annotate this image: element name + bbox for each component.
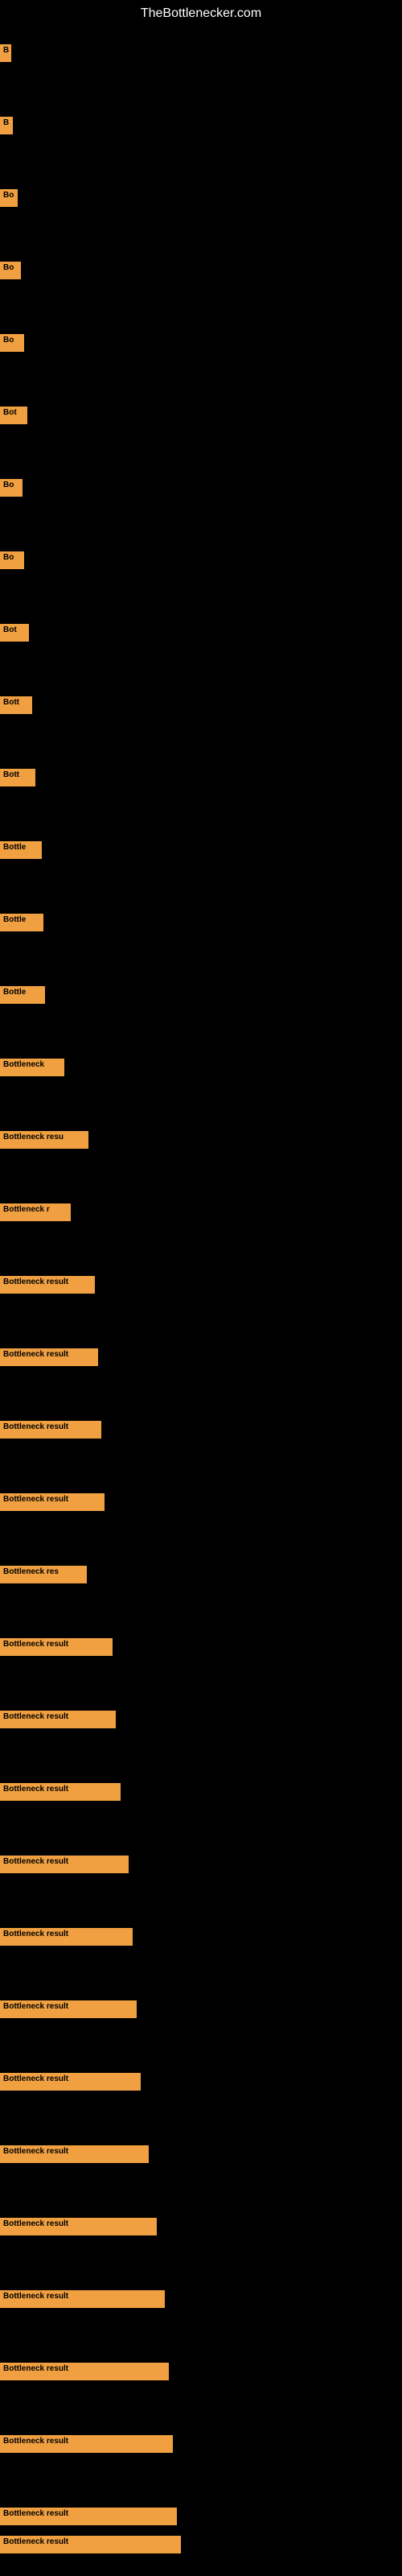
bar-item: B (0, 44, 11, 62)
bar-item: Bottleneck result (0, 1856, 129, 1873)
bar-label: Bottleneck result (0, 2363, 169, 2380)
bar-item: Bottleneck result (0, 2435, 173, 2453)
bar-label: Bottleneck res (0, 1566, 87, 1583)
bar-label: Bottleneck result (0, 2290, 165, 2308)
bar-item: Bo (0, 334, 24, 352)
bar-label: Bottleneck result (0, 1348, 98, 1366)
bar-item: Bott (0, 696, 32, 714)
bar-item: Bottleneck result (0, 2218, 157, 2235)
bar-label: Bot (0, 407, 27, 424)
bar-label: B (0, 117, 13, 134)
bar-label: Bottleneck result (0, 1783, 121, 1801)
bar-label: Bottleneck result (0, 1276, 95, 1294)
bar-label: Bo (0, 262, 21, 279)
bar-item: Bottleneck res (0, 1566, 87, 1583)
bar-item: B (0, 117, 13, 134)
bar-item: Bo (0, 189, 18, 207)
bar-item: Bottleneck result (0, 2536, 181, 2553)
bar-item: Bottleneck result (0, 1638, 113, 1656)
bar-item: Bottleneck result (0, 1421, 101, 1439)
bar-label: Bottleneck result (0, 1856, 129, 1873)
bar-item: Bottle (0, 841, 42, 859)
bar-item: Bottleneck result (0, 2145, 149, 2163)
site-title: TheBottlenecker.com (0, 0, 402, 24)
bar-label: Bottleneck r (0, 1203, 71, 1221)
bar-label: Bo (0, 334, 24, 352)
bar-label: Bottleneck result (0, 2145, 149, 2163)
bar-item: Bo (0, 262, 21, 279)
bar-item: Bo (0, 479, 23, 497)
bar-label: Bo (0, 479, 23, 497)
bar-item: Bottleneck result (0, 1493, 105, 1511)
bar-label: Bottleneck result (0, 2000, 137, 2018)
bar-label: Bott (0, 769, 35, 786)
bar-label: B (0, 44, 11, 62)
bar-label: Bottleneck resu (0, 1131, 88, 1149)
bar-item: Bottleneck resu (0, 1131, 88, 1149)
bar-label: Bottleneck result (0, 2218, 157, 2235)
bar-item: Bottleneck r (0, 1203, 71, 1221)
bar-item: Bottleneck result (0, 1276, 95, 1294)
bar-item: Bottleneck result (0, 1928, 133, 1946)
bar-label: Bottleneck result (0, 2073, 141, 2091)
bar-item: Bottleneck result (0, 1783, 121, 1801)
bar-item: Bo (0, 551, 24, 569)
bar-label: Bottle (0, 841, 42, 859)
bar-item: Bot (0, 407, 27, 424)
bar-item: Bottleneck result (0, 2508, 177, 2525)
bar-label: Bottle (0, 914, 43, 931)
bar-item: Bott (0, 769, 35, 786)
bar-item: Bottle (0, 986, 45, 1004)
bar-label: Bot (0, 624, 29, 642)
bar-label: Bottleneck result (0, 2536, 181, 2553)
bar-item: Bottleneck result (0, 2073, 141, 2091)
bar-item: Bottleneck result (0, 1711, 116, 1728)
bar-label: Bottle (0, 986, 45, 1004)
bar-item: Bottle (0, 914, 43, 931)
bar-label: Bo (0, 551, 24, 569)
bar-item: Bottleneck result (0, 2290, 165, 2308)
bar-item: Bottleneck result (0, 2363, 169, 2380)
bar-item: Bottleneck (0, 1059, 64, 1076)
bar-label: Bottleneck (0, 1059, 64, 1076)
bar-label: Bo (0, 189, 18, 207)
bar-label: Bottleneck result (0, 2508, 177, 2525)
bar-item: Bottleneck result (0, 2000, 137, 2018)
bar-label: Bottleneck result (0, 1493, 105, 1511)
bar-item: Bot (0, 624, 29, 642)
bar-label: Bottleneck result (0, 1711, 116, 1728)
chart-container: TheBottlenecker.com B B Bo Bo Bo Bot Bo Bo Bot Bo… (0, 0, 402, 2576)
bar-label: Bottleneck result (0, 1638, 113, 1656)
bar-label: Bottleneck result (0, 1928, 133, 1946)
bar-item: Bottleneck result (0, 1348, 98, 1366)
bar-label: Bott (0, 696, 32, 714)
bar-label: Bottleneck result (0, 2435, 173, 2453)
bar-label: Bottleneck result (0, 1421, 101, 1439)
